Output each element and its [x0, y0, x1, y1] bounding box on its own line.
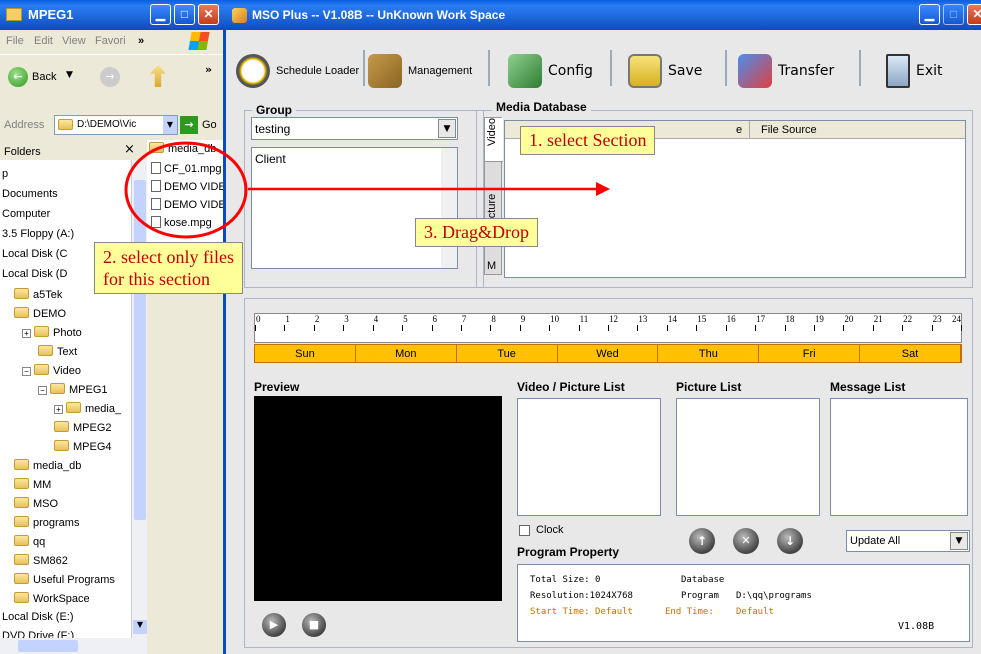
drag-arrow-head: [596, 182, 610, 196]
annotation-overlay: [124, 141, 610, 239]
selection-circle: [124, 141, 248, 239]
